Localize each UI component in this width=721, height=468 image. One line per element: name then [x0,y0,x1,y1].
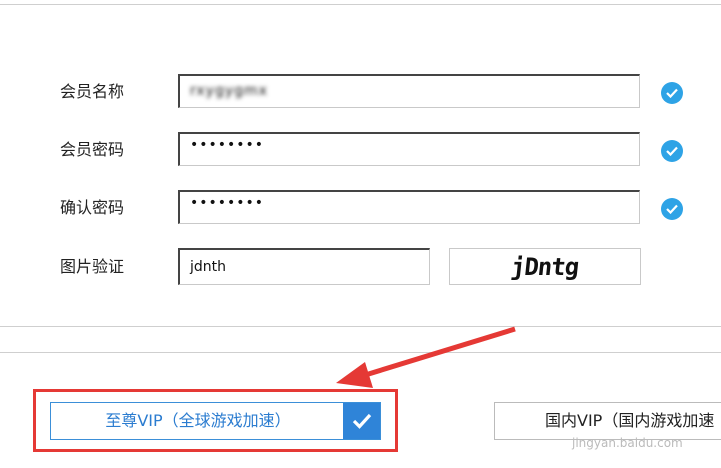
captcha-label: 图片验证 [60,257,125,276]
check-circle-icon [661,140,683,162]
check-circle-icon [661,82,683,104]
member-password-label: 会员密码 [60,140,125,159]
domestic-vip-button[interactable]: 国内VIP（国内游戏加速 [494,402,721,440]
buttons-divider [0,352,721,353]
captcha-text: jDntg [509,252,581,281]
top-divider [0,4,721,5]
member-name-value: rxygygmx [190,83,268,99]
captcha-image[interactable]: jDntg [449,248,641,285]
captcha-input[interactable]: jdnth [178,248,430,285]
member-name-label: 会员名称 [60,82,125,101]
confirm-password-field[interactable]: •••••••• [178,190,640,224]
member-name-field[interactable]: rxygygmx [178,74,640,108]
member-password-value: •••••••• [190,137,265,153]
confirm-password-value: •••••••• [190,195,265,211]
confirm-password-label: 确认密码 [60,198,125,217]
form-divider [0,326,721,327]
watermark: jingyan.baidu.com [572,436,683,450]
highlight-box [33,389,398,452]
domestic-vip-label: 国内VIP（国内游戏加速 [545,411,715,430]
captcha-input-value: jdnth [190,259,227,275]
member-password-field[interactable]: •••••••• [178,132,640,166]
check-circle-icon [661,198,683,220]
